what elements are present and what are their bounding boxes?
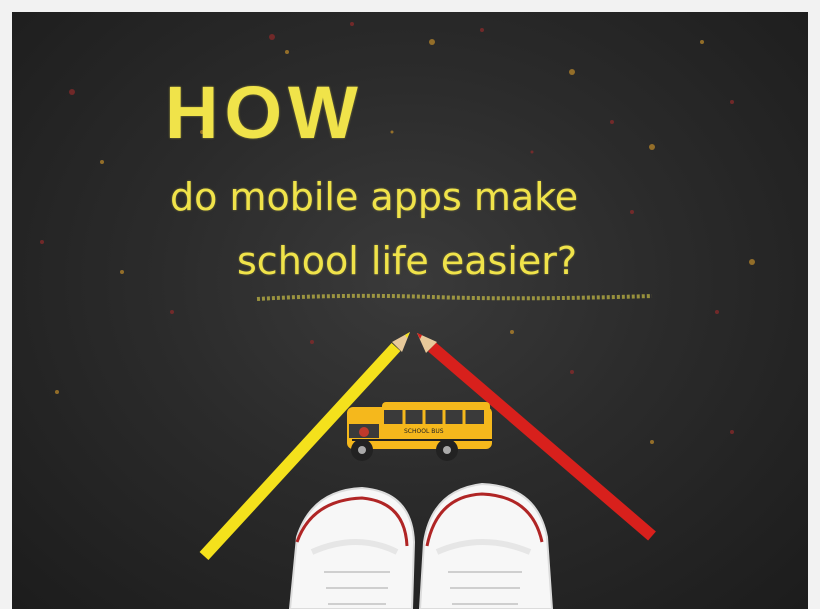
chalk-underline xyxy=(256,293,653,301)
left-sneaker xyxy=(288,486,416,609)
headline-how: HOW xyxy=(165,71,364,154)
school-bus-toy: SCHOOL BUS xyxy=(347,402,492,461)
headline-line-2: school life easier? xyxy=(237,239,578,283)
headline-line-1: do mobile apps make xyxy=(170,175,579,219)
paint-splatter xyxy=(40,22,755,444)
bus-label: SCHOOL BUS xyxy=(404,428,444,435)
scene-illustration: SCHOOL BUS xyxy=(40,22,755,609)
right-sneaker xyxy=(418,482,554,609)
chalkboard-image: SCHOOL BUS HOW do mobile apps make schoo… xyxy=(12,12,808,609)
